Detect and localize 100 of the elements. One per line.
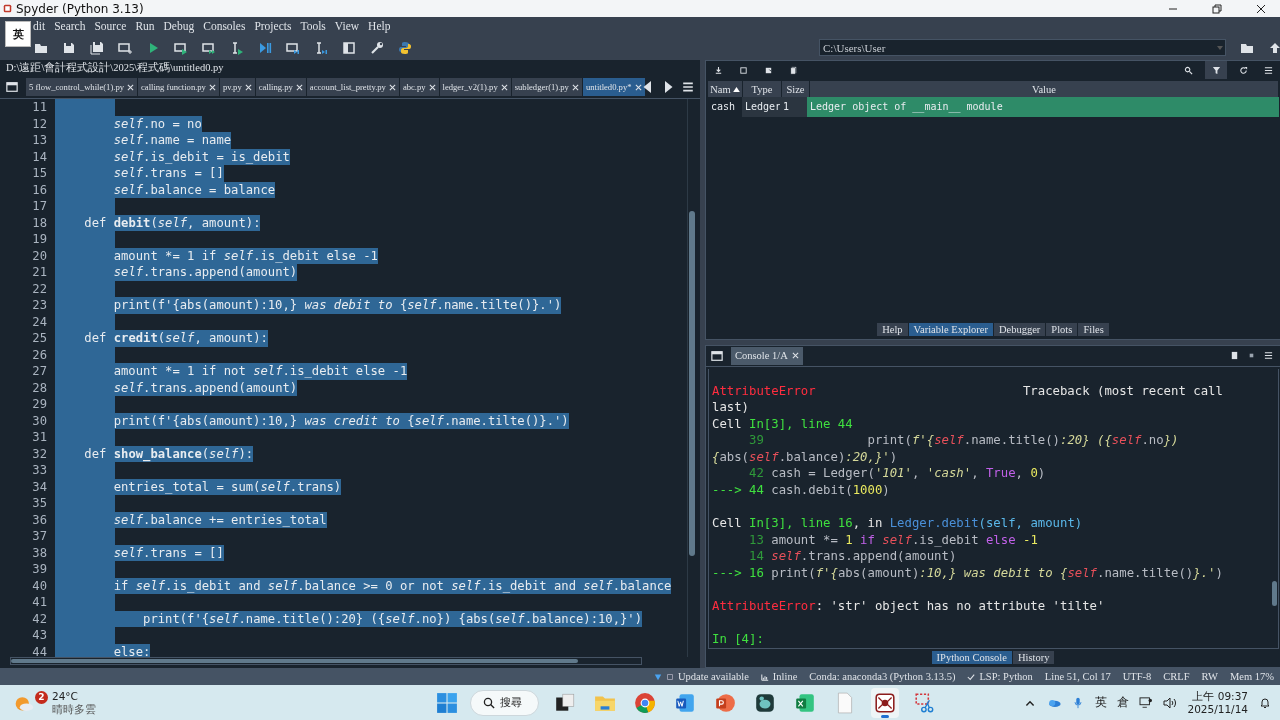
python-icon[interactable] <box>398 40 412 55</box>
line-number: 34 <box>31 479 48 494</box>
menu-item[interactable]: Consoles <box>203 20 246 32</box>
run-cell-icon[interactable] <box>174 40 188 55</box>
right-arrow-icon[interactable] <box>662 81 674 93</box>
maximize-pane-icon[interactable] <box>342 40 356 55</box>
table-cell: Ledger <box>742 97 780 117</box>
task-view-icon[interactable] <box>554 691 576 714</box>
windows-icon[interactable] <box>436 691 458 714</box>
search-field[interactable]: 搜尋 <box>470 689 539 716</box>
up-arrow-icon[interactable] <box>1268 40 1280 55</box>
stop-icon[interactable] <box>1247 351 1256 360</box>
file-tab[interactable]: ledger_v2(1).py <box>439 78 511 96</box>
line-number: 23 <box>31 298 48 313</box>
menu-item[interactable]: View <box>334 20 360 32</box>
debug-icon[interactable] <box>258 40 272 55</box>
line-number: 25 <box>31 331 48 346</box>
clock-time[interactable]: 上午 09:37 <box>1192 689 1248 703</box>
presentation-app-icon[interactable] <box>714 691 736 714</box>
file-tab[interactable]: calling function.py <box>138 78 219 96</box>
menu-item[interactable]: Debug <box>163 20 195 32</box>
debug-selection-icon[interactable] <box>314 40 328 55</box>
save-icon[interactable] <box>739 65 748 75</box>
input-method-indicator[interactable]: 英 <box>1095 694 1108 711</box>
menu-item[interactable]: Help <box>368 20 391 32</box>
menu-item[interactable]: Source <box>94 20 127 32</box>
file-tab[interactable]: untitled0.py* <box>582 78 645 96</box>
console-line: ---> 16 print(f'{abs(amount):10,} was debit to {self.name.tilte()}.') <box>712 565 1224 582</box>
console-line: last) <box>712 399 751 416</box>
scissors-icon[interactable] <box>914 691 936 714</box>
column-header[interactable]: Nam <box>708 81 743 97</box>
input-method-indicator[interactable]: 倉 <box>1117 694 1130 711</box>
pane-tab[interactable]: IPython Console <box>931 651 1013 664</box>
menu-icon[interactable] <box>682 81 694 93</box>
run-selection-icon[interactable] <box>230 40 244 55</box>
pane-tab[interactable]: Variable Explorer <box>908 322 994 336</box>
status-text: Update available <box>677 671 749 682</box>
line-number: 37 <box>31 529 48 544</box>
file-tab[interactable]: account_list_pretty.py <box>306 78 399 96</box>
line-number: 39 <box>31 562 48 577</box>
line-number: 41 <box>31 595 48 610</box>
console-line: AttributeError Traceback (most recent call <box>712 382 1224 400</box>
app-icon[interactable] <box>754 691 776 714</box>
file-tab[interactable]: subledger(1).py <box>511 78 582 96</box>
save-icon[interactable] <box>62 40 76 55</box>
menu-item[interactable]: Run <box>135 20 155 32</box>
spreadsheet-app-icon[interactable] <box>794 691 816 714</box>
menu-item[interactable]: Tools <box>300 20 326 32</box>
file-tab[interactable]: 5 flow_control_while(1).py <box>26 78 137 96</box>
file-tab[interactable]: calling.py <box>255 78 306 96</box>
wrench-icon[interactable] <box>370 40 384 55</box>
menu-item[interactable]: Search <box>54 20 86 32</box>
pane-tab[interactable]: Plots <box>1046 322 1079 336</box>
speaker-icon[interactable] <box>1163 696 1178 709</box>
console-tab[interactable]: Console 1/A <box>731 346 803 365</box>
pane-tab[interactable]: Help <box>877 322 909 336</box>
chrome-icon[interactable] <box>634 691 656 714</box>
document-app-icon[interactable] <box>674 691 696 714</box>
pane-tab[interactable]: Files <box>1078 322 1110 336</box>
table-row[interactable]: cash Ledger 1 Ledger object of __main__ module <box>708 97 1279 117</box>
restore-icon[interactable] <box>1212 3 1222 14</box>
scrollbar[interactable] <box>687 99 696 657</box>
working-directory-field[interactable]: C:\Users\User <box>819 39 1226 56</box>
browse-tabs-icon[interactable] <box>6 81 18 93</box>
menu-item[interactable]: dit <box>33 20 46 32</box>
console-line: Cell In[3], line 44 <box>712 415 854 433</box>
copy-icon[interactable] <box>1230 351 1239 360</box>
menu-icon[interactable] <box>1264 351 1273 360</box>
file-tab[interactable]: pv.py <box>219 78 255 96</box>
line-number: 31 <box>31 430 48 445</box>
console-line: In [4]: <box>712 631 765 648</box>
filter-button[interactable] <box>1205 61 1227 79</box>
line-number: 32 <box>31 446 48 461</box>
menu-icon[interactable] <box>1264 65 1273 75</box>
network-icon[interactable] <box>1139 696 1154 709</box>
import-icon[interactable] <box>714 65 723 75</box>
debug-cell-icon[interactable] <box>286 40 300 55</box>
save-all-icon[interactable] <box>90 40 104 55</box>
browse-tabs-icon[interactable] <box>711 349 723 362</box>
line-number: 12 <box>31 116 48 131</box>
line-number: 22 <box>31 281 48 296</box>
search-icon[interactable] <box>1184 65 1193 75</box>
refresh-icon[interactable] <box>1239 65 1248 75</box>
bell-icon[interactable] <box>1258 696 1272 709</box>
scrollbar[interactable] <box>10 657 642 665</box>
file-tab[interactable]: abc.py <box>399 78 439 96</box>
line-number: 13 <box>31 133 48 148</box>
new-cell-icon[interactable] <box>118 40 132 55</box>
line-number: 36 <box>31 512 48 527</box>
copy-icon[interactable] <box>789 65 798 75</box>
pane-tab[interactable]: History <box>1012 651 1056 664</box>
console-line: {abs(self.balance):20,}') <box>712 448 899 466</box>
save-as-icon[interactable] <box>764 65 773 75</box>
menu-item[interactable]: Projects <box>254 20 292 32</box>
left-arrow-icon[interactable] <box>642 81 654 93</box>
pane-tab[interactable]: Debugger <box>993 322 1047 336</box>
line-number: 24 <box>31 314 48 329</box>
run-cell-advance-icon[interactable] <box>202 40 216 55</box>
close-icon[interactable] <box>1256 3 1266 14</box>
clock-date[interactable]: 2025/11/14 <box>1187 702 1248 716</box>
